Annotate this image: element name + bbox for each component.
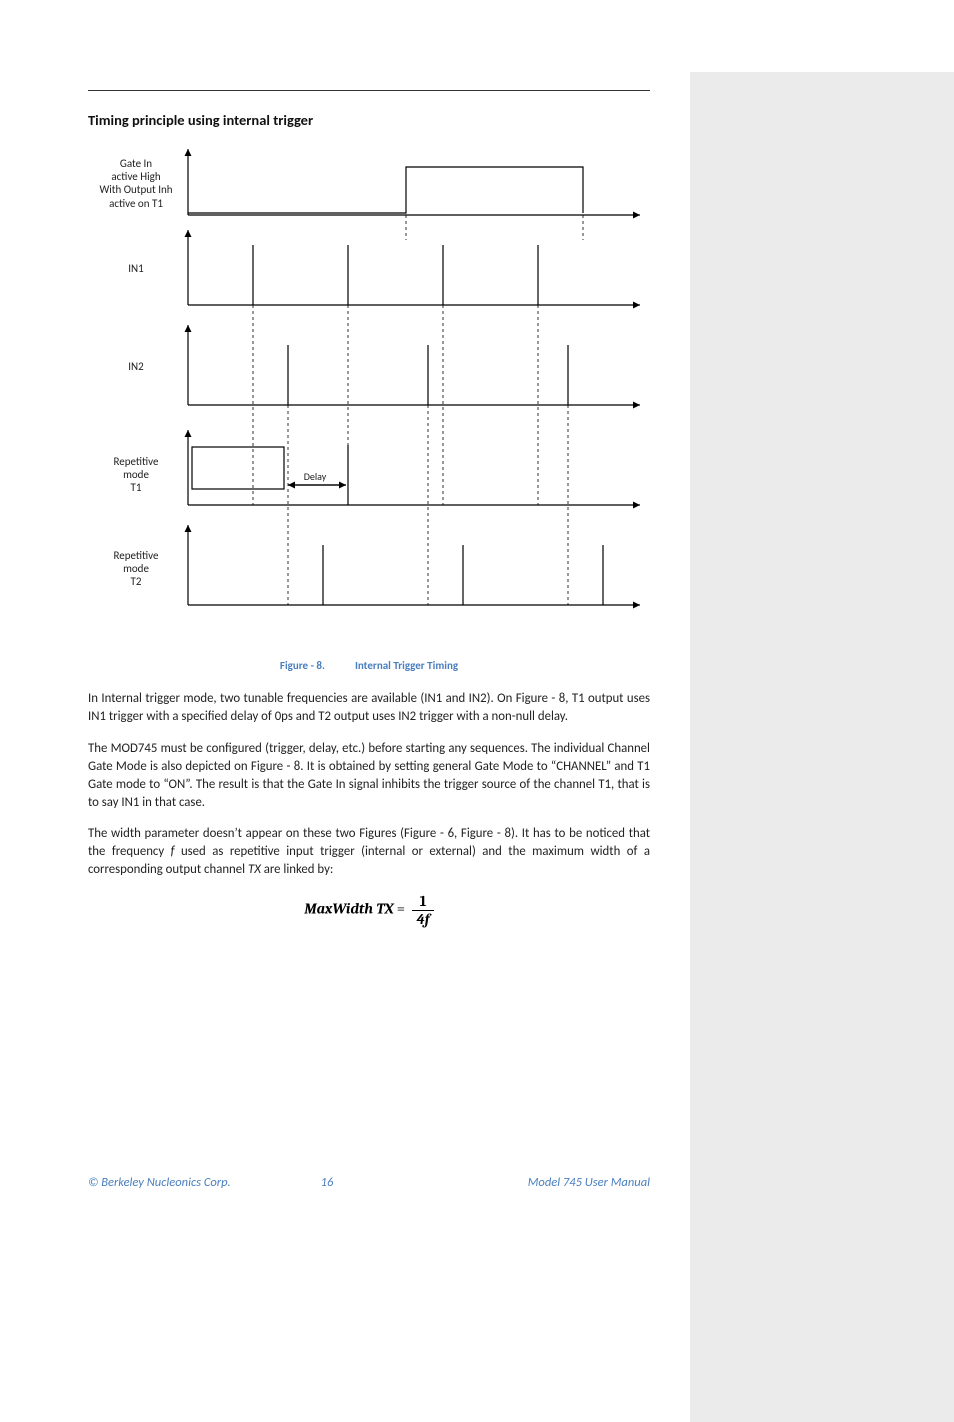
- footer-manual-title: Model 745 User Manual: [528, 1175, 650, 1190]
- formula: MaxWidth TX = 14f: [88, 893, 650, 927]
- header-rule: [88, 90, 650, 91]
- paragraph-2: The MOD745 must be configured (trigger, …: [88, 740, 650, 812]
- document-page: Timing principle using internal trigger …: [0, 0, 690, 1350]
- figure-caption: Figure - 8. Internal Trigger Timing: [88, 659, 650, 672]
- footer-page-number: 16: [321, 1175, 334, 1190]
- paragraph-3: The width parameter doesn’t appear on th…: [88, 825, 650, 879]
- formula-lhs: MaxWidth TX: [304, 900, 393, 918]
- caption-number: Figure - 8.: [280, 659, 325, 672]
- section-title: Timing principle using internal trigger: [88, 111, 650, 129]
- footer-copyright: © Berkeley Nucleonics Corp.: [88, 1175, 231, 1190]
- page-footer: © Berkeley Nucleonics Corp. 16 Model 745…: [88, 1175, 650, 1190]
- formula-fraction: 14f: [412, 893, 433, 927]
- caption-text: Internal Trigger Timing: [355, 659, 458, 672]
- timing-figure: Gate In active High With Output Inh acti…: [88, 145, 650, 655]
- right-margin-area: [690, 72, 954, 1422]
- paragraph-1: In Internal trigger mode, two tunable fr…: [88, 690, 650, 726]
- timing-diagram-svg: [88, 145, 650, 655]
